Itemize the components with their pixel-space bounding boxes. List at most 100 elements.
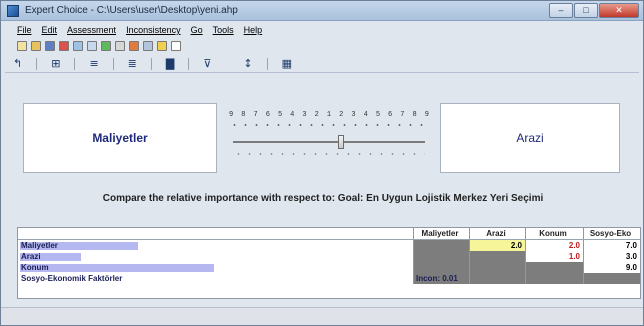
matrix-cell[interactable]: 1.0 <box>526 251 584 262</box>
right-element-label: Arazi <box>516 131 544 145</box>
menu-bar: File Edit Assessment Inconsistency Go To… <box>17 25 262 37</box>
scale-dots <box>229 123 429 127</box>
matrix-cell <box>526 262 584 273</box>
sort-icon[interactable]: ↕ <box>243 57 252 70</box>
scale-track[interactable] <box>233 141 425 143</box>
copy-icon[interactable] <box>87 41 97 51</box>
row-label: Arazi <box>21 252 41 261</box>
row-criterion-cell[interactable]: Sosyo-Ekonomik Faktörler <box>18 273 414 284</box>
window-controls: – □ ✕ <box>549 3 639 18</box>
matrix-header-row: Maliyetler Arazi Konum Sosyo-Eko <box>18 228 640 240</box>
row-label: Konum <box>21 263 49 272</box>
column-header: Maliyetler <box>414 228 470 239</box>
filter-icon[interactable]: ⊽ <box>203 57 211 70</box>
verbal-icon[interactable]: ≡ <box>89 57 98 70</box>
matrix-cell <box>470 262 526 273</box>
menu-file[interactable]: File <box>17 25 32 37</box>
window-title: Expert Choice - C:\Users\user\Desktop\ye… <box>25 5 238 16</box>
status-bar <box>1 307 643 325</box>
menu-edit[interactable]: Edit <box>42 25 58 37</box>
model-icon[interactable] <box>101 41 111 51</box>
matrix-cell <box>470 251 526 262</box>
matrix-row: Konum 9.0 <box>18 262 640 273</box>
find-icon[interactable] <box>129 41 139 51</box>
scale-thumb[interactable] <box>338 135 344 149</box>
menu-tools[interactable]: Tools <box>213 25 234 37</box>
scale-number: 7 <box>400 111 405 119</box>
grid-icon[interactable]: ▦ <box>282 57 292 70</box>
scale-number: 1 <box>326 111 332 119</box>
column-header: Sosyo-Eko <box>589 229 632 238</box>
scale-number: 9 <box>229 111 234 119</box>
print-icon[interactable] <box>73 41 83 51</box>
minimize-button[interactable]: – <box>549 3 573 18</box>
matrix-cell <box>526 273 584 284</box>
menu-inconsistency[interactable]: Inconsistency <box>126 25 181 37</box>
row-label: Sosyo-Ekonomik Faktörler <box>21 274 123 283</box>
toolbar-divider <box>150 57 152 70</box>
toolbar-divider <box>112 57 114 70</box>
scale-ticks <box>233 153 425 155</box>
toolbar-divider <box>74 57 76 70</box>
scale-number: 8 <box>241 111 246 119</box>
scale-number: 6 <box>265 111 270 119</box>
matrix-cell[interactable]: 2.0 <box>526 240 584 251</box>
matrix-cell <box>584 273 640 284</box>
row-criterion-cell[interactable]: Konum <box>18 262 414 273</box>
matrix-icon[interactable]: ⊞ <box>51 57 60 70</box>
scale-number: 5 <box>277 111 283 119</box>
comparison-prompt: Compare the relative importance with res… <box>102 193 544 204</box>
arrow-icon[interactable]: ↰ <box>13 57 22 70</box>
scale-number: 7 <box>253 111 258 119</box>
matrix-cell <box>414 240 470 251</box>
help-icon[interactable] <box>171 41 181 51</box>
left-element-label: Maliyetler <box>92 131 148 145</box>
menu-go[interactable]: Go <box>191 25 203 37</box>
row-criterion-cell[interactable]: Maliyetler <box>18 240 414 251</box>
matrix-corner <box>18 228 414 239</box>
scale-numbers: 98765432123456789 <box>229 111 429 119</box>
scale-number: 9 <box>424 111 429 119</box>
matrix-cell[interactable]: 9.0 <box>584 262 640 273</box>
scale-number: 6 <box>388 111 393 119</box>
new-file-icon[interactable] <box>17 41 27 51</box>
standard-toolbar <box>17 39 181 53</box>
comparison-matrix: Maliyetler Arazi Konum Sosyo-Eko Maliyet… <box>17 227 641 299</box>
app-window: Expert Choice - C:\Users\user\Desktop\ye… <box>0 0 644 326</box>
numerical-icon[interactable]: ≣ <box>128 57 137 70</box>
column-header: Arazi <box>470 228 526 239</box>
right-element-panel[interactable]: Arazi <box>440 103 620 173</box>
scale-number: 3 <box>302 111 307 119</box>
row-label: Maliyetler <box>21 241 58 250</box>
save-icon[interactable] <box>45 41 55 51</box>
menu-help[interactable]: Help <box>244 25 263 37</box>
priority-bar <box>20 264 214 272</box>
matrix-row: Sosyo-Ekonomik Faktörler Incon: 0.01 <box>18 273 640 284</box>
matrix-cell[interactable]: 3.0 <box>584 251 640 262</box>
paste-icon[interactable] <box>115 41 125 51</box>
column-header: Konum <box>526 228 584 239</box>
menu-assessment[interactable]: Assessment <box>67 25 116 37</box>
maximize-button[interactable]: □ <box>574 3 598 18</box>
matrix-cell-selected[interactable]: 2.0 <box>470 240 526 251</box>
scale-number: 2 <box>339 111 344 119</box>
close-button[interactable]: ✕ <box>599 3 639 18</box>
comparison-toolbar: ↰ ⊞ ≡ ≣ ▇ ⊽ ↕ ▦ <box>5 55 639 73</box>
toolbar-divider <box>36 57 38 70</box>
open-folder-icon[interactable] <box>31 41 41 51</box>
matrix-row: Arazi 1.0 3.0 <box>18 251 640 262</box>
scale-number: 4 <box>290 111 295 119</box>
scale-number: 4 <box>363 111 368 119</box>
cut-icon[interactable] <box>59 41 69 51</box>
inconsistency-value: Incon: 0.01 <box>414 273 470 284</box>
scale-number: 8 <box>412 111 417 119</box>
comparison-scale[interactable]: 98765432123456789 <box>229 111 429 161</box>
matrix-cell[interactable]: 7.0 <box>584 240 640 251</box>
undo-icon[interactable] <box>143 41 153 51</box>
left-element-panel[interactable]: Maliyetler <box>23 103 217 173</box>
scale-number: 5 <box>375 111 381 119</box>
graphical-icon[interactable]: ▇ <box>166 57 174 70</box>
row-criterion-cell[interactable]: Arazi <box>18 251 414 262</box>
tools-icon[interactable] <box>157 41 167 51</box>
app-icon <box>7 5 19 17</box>
